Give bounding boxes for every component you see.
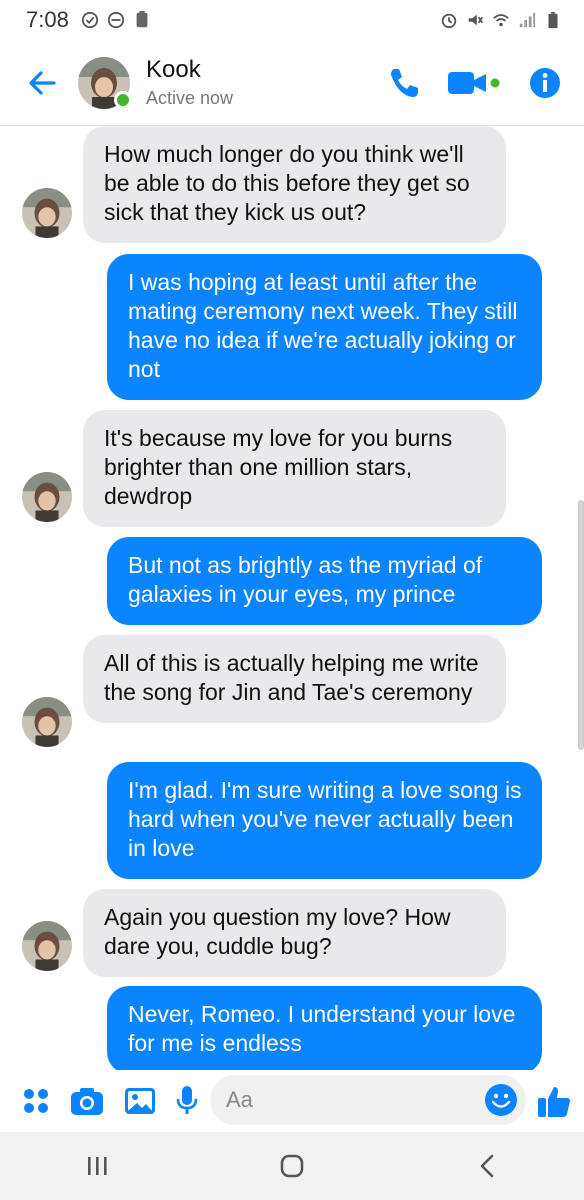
incoming-message[interactable]: How much longer do you think we'll be ab… xyxy=(83,126,506,243)
back-nav-icon xyxy=(480,1154,493,1178)
phone-icon xyxy=(391,68,418,97)
recent-apps-icon xyxy=(88,1157,107,1175)
contact-status: Active now xyxy=(146,87,234,108)
camera-button[interactable] xyxy=(70,1081,104,1121)
avatar-photo xyxy=(22,472,72,522)
voice-message-button[interactable] xyxy=(176,1081,198,1121)
message-composer xyxy=(0,1070,584,1132)
status-bar: 7:08 xyxy=(0,0,584,40)
camera-icon xyxy=(71,1088,103,1115)
outgoing-message[interactable]: But not as brightly as the myriad of gal… xyxy=(107,537,542,625)
contact-avatar[interactable] xyxy=(78,56,132,109)
system-navigation-bar xyxy=(0,1132,584,1200)
message-list[interactable]: How much longer do you think we'll be ab… xyxy=(0,126,584,1070)
apps-button[interactable] xyxy=(22,1081,50,1121)
shield-check-icon xyxy=(81,11,98,29)
back-nav-button[interactable] xyxy=(457,1141,517,1191)
incoming-message[interactable]: Again you question my love? How dare you… xyxy=(83,889,506,977)
signal-icon xyxy=(519,12,536,28)
sender-avatar[interactable] xyxy=(22,921,72,971)
gallery-icon xyxy=(125,1088,155,1114)
gallery-button[interactable] xyxy=(124,1081,156,1121)
home-button[interactable] xyxy=(262,1141,322,1191)
recent-apps-button[interactable] xyxy=(67,1141,127,1191)
incoming-message[interactable]: It's because my love for you burns brigh… xyxy=(83,410,506,527)
avatar-photo xyxy=(22,188,72,238)
incoming-message[interactable]: All of this is actually helping me write… xyxy=(83,635,506,723)
do-not-disturb-icon xyxy=(107,11,124,29)
back-arrow-icon xyxy=(29,70,56,95)
info-button[interactable] xyxy=(528,66,562,100)
voice-call-button[interactable] xyxy=(386,66,420,100)
wifi-icon xyxy=(493,14,509,27)
mute-icon xyxy=(468,14,483,26)
battery-saver-icon xyxy=(136,11,148,28)
message-input[interactable] xyxy=(226,1087,476,1113)
sender-avatar[interactable] xyxy=(22,188,72,238)
scrollbar-thumb[interactable] xyxy=(578,500,584,750)
emoji-icon[interactable] xyxy=(484,1083,518,1117)
microphone-icon xyxy=(176,1086,198,1114)
sender-avatar[interactable] xyxy=(22,697,72,747)
back-button[interactable] xyxy=(22,63,62,103)
conversation-header: Kook Active now xyxy=(0,40,584,126)
outgoing-message[interactable]: Never, Romeo. I understand your love for… xyxy=(107,986,542,1070)
contact-name[interactable]: Kook xyxy=(146,56,233,84)
battery-icon xyxy=(548,11,558,29)
sender-avatar[interactable] xyxy=(22,472,72,522)
thumbs-up-icon xyxy=(538,1087,570,1117)
status-time: 7:08 xyxy=(26,7,69,32)
home-icon xyxy=(280,1154,304,1178)
video-camera-icon xyxy=(448,71,500,94)
info-icon xyxy=(530,67,560,98)
avatar-photo xyxy=(22,697,72,747)
outgoing-message[interactable]: I'm glad. I'm sure writing a love song i… xyxy=(107,762,542,879)
apps-icon xyxy=(24,1089,48,1113)
alarm-icon xyxy=(441,13,457,29)
avatar-photo xyxy=(22,921,72,971)
active-status-dot xyxy=(114,90,132,109)
video-call-button[interactable] xyxy=(448,68,500,98)
message-input-container[interactable] xyxy=(210,1075,526,1125)
outgoing-message[interactable]: I was hoping at least until after the ma… xyxy=(107,254,542,400)
like-button[interactable] xyxy=(536,1081,572,1121)
